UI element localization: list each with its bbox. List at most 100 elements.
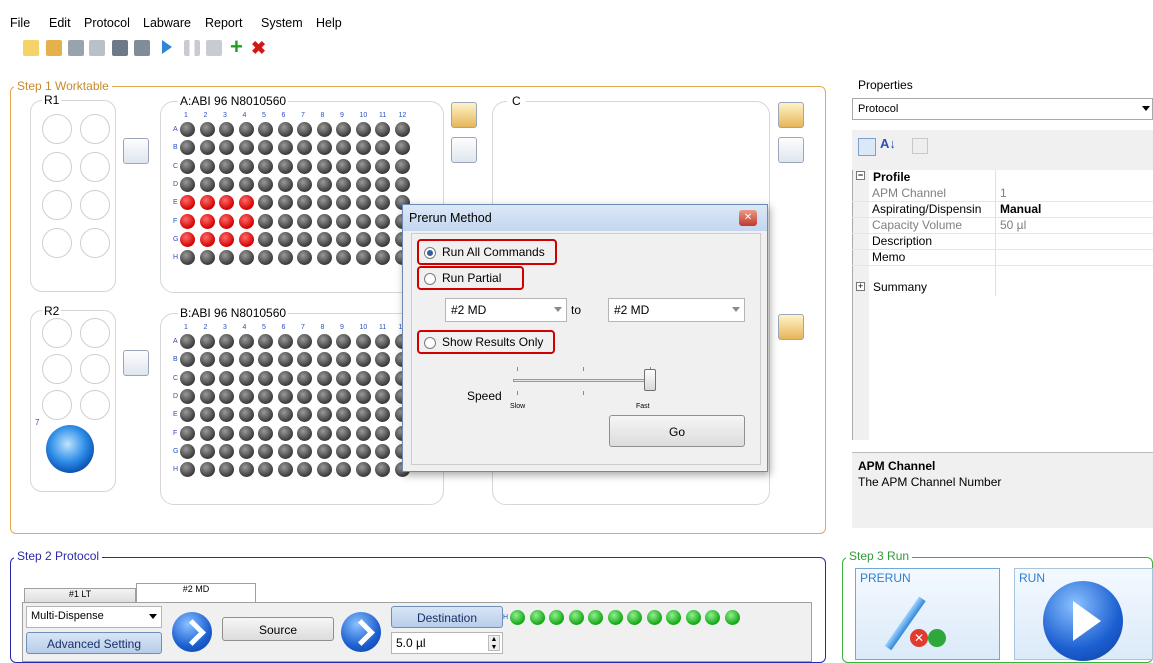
reagent-tube-slot[interactable] xyxy=(80,390,110,420)
plate-well[interactable] xyxy=(355,370,371,386)
run-partial-radio[interactable] xyxy=(424,273,436,285)
reagent-tube-slot[interactable] xyxy=(42,152,72,182)
plate-well[interactable] xyxy=(355,176,371,192)
plate-well[interactable] xyxy=(238,250,254,266)
plate-well[interactable] xyxy=(277,407,293,423)
plate-well[interactable] xyxy=(258,213,273,229)
run-partial-label[interactable]: Run Partial xyxy=(442,271,501,285)
save-icon[interactable] xyxy=(68,40,84,56)
reservoir-icon[interactable] xyxy=(46,425,94,473)
plate-well[interactable] xyxy=(316,122,332,137)
plate-well[interactable] xyxy=(375,425,390,441)
plate-well[interactable] xyxy=(199,425,215,441)
reagent-tube-slot[interactable] xyxy=(80,152,110,182)
plate-settings-icon[interactable] xyxy=(778,137,804,163)
plate-well[interactable] xyxy=(607,610,623,626)
print-icon[interactable] xyxy=(112,40,128,56)
plate-well[interactable] xyxy=(180,231,195,247)
plate-well[interactable] xyxy=(238,158,254,174)
plate-well[interactable] xyxy=(705,610,720,626)
plate-well[interactable] xyxy=(297,388,312,404)
show-results-label[interactable]: Show Results Only xyxy=(442,335,543,349)
plate-well[interactable] xyxy=(336,176,351,192)
plate-well[interactable] xyxy=(199,213,215,229)
plate-well[interactable] xyxy=(180,250,195,266)
reagent-tube-slot[interactable] xyxy=(42,190,72,220)
plate-well[interactable] xyxy=(336,250,351,266)
plate-well[interactable] xyxy=(258,176,273,192)
plate-well[interactable] xyxy=(277,231,293,247)
dispense-mode-select[interactable]: Multi-Dispense xyxy=(26,606,162,628)
reagent-tube-slot[interactable] xyxy=(42,390,72,420)
plate-well[interactable] xyxy=(297,462,312,478)
run-button[interactable]: RUN xyxy=(1014,568,1153,661)
plate-well[interactable] xyxy=(199,250,215,266)
plate-well[interactable] xyxy=(238,334,254,349)
plate-well[interactable] xyxy=(316,425,332,441)
menu-file[interactable]: File xyxy=(10,16,30,30)
reagent-tube-slot[interactable] xyxy=(42,228,72,258)
collapse-icon[interactable]: − xyxy=(856,171,865,180)
plate-well[interactable] xyxy=(180,388,195,404)
plate-well[interactable] xyxy=(238,425,254,441)
plate-well[interactable] xyxy=(258,158,273,174)
property-name[interactable]: Memo xyxy=(872,250,905,264)
plate-well[interactable] xyxy=(375,231,390,247)
plate-well[interactable] xyxy=(355,231,371,247)
plate-well[interactable] xyxy=(238,140,254,156)
menu-protocol[interactable]: Protocol xyxy=(84,16,130,30)
plate-well[interactable] xyxy=(199,176,215,192)
plate-well[interactable] xyxy=(375,158,390,174)
plate-well[interactable] xyxy=(316,370,332,386)
plate-well[interactable] xyxy=(355,158,371,174)
plate-well[interactable] xyxy=(375,443,390,459)
plate-well[interactable] xyxy=(180,443,195,459)
labware-tips-icon[interactable] xyxy=(451,102,477,128)
plate-well[interactable] xyxy=(258,462,273,478)
plate-well[interactable] xyxy=(375,334,390,349)
stop-icon[interactable] xyxy=(206,40,222,56)
menu-help[interactable]: Help xyxy=(316,16,342,30)
plate-well[interactable] xyxy=(199,122,215,137)
plate-well[interactable] xyxy=(219,158,234,174)
advanced-setting-button[interactable]: Advanced Setting xyxy=(26,632,162,654)
plate-well[interactable] xyxy=(336,443,351,459)
plate-well[interactable] xyxy=(199,352,215,368)
plate-well[interactable] xyxy=(277,462,293,478)
reagent-tube-slot[interactable] xyxy=(80,228,110,258)
plate-well[interactable] xyxy=(297,443,312,459)
pause-icon[interactable] xyxy=(184,40,200,56)
partial-from-select[interactable]: #2 MD xyxy=(445,298,567,322)
plate-well[interactable] xyxy=(355,462,371,478)
property-name[interactable]: Description xyxy=(872,234,932,248)
plate-well[interactable] xyxy=(199,195,215,211)
plate-well[interactable] xyxy=(375,370,390,386)
plate-well[interactable] xyxy=(355,140,371,156)
plate-well[interactable] xyxy=(316,231,332,247)
plate-well[interactable] xyxy=(238,213,254,229)
plate-well[interactable] xyxy=(180,158,195,174)
reagent-tube-slot[interactable] xyxy=(42,354,72,384)
plate-well[interactable] xyxy=(336,462,351,478)
properties-object-select[interactable]: Protocol xyxy=(852,98,1153,120)
plate-well[interactable] xyxy=(219,334,234,349)
plate-well[interactable] xyxy=(277,334,293,349)
plate-well[interactable] xyxy=(355,388,371,404)
plate-well[interactable] xyxy=(238,176,254,192)
plate-well[interactable] xyxy=(180,213,195,229)
go-button[interactable]: Go xyxy=(609,415,745,447)
plate-well[interactable] xyxy=(277,370,293,386)
plate-well[interactable] xyxy=(238,195,254,211)
add-icon[interactable]: + xyxy=(230,36,246,58)
plate-well[interactable] xyxy=(238,388,254,404)
plate-well[interactable] xyxy=(627,610,642,626)
plate-well[interactable] xyxy=(336,158,351,174)
plate-well[interactable] xyxy=(375,122,390,137)
plate-well[interactable] xyxy=(375,462,390,478)
property-value[interactable]: 1 xyxy=(1000,186,1007,200)
plate-well[interactable] xyxy=(297,425,312,441)
print-preview-icon[interactable] xyxy=(134,40,150,56)
plate-well[interactable] xyxy=(316,140,332,156)
plate-well[interactable] xyxy=(316,158,332,174)
plate-well[interactable] xyxy=(375,176,390,192)
